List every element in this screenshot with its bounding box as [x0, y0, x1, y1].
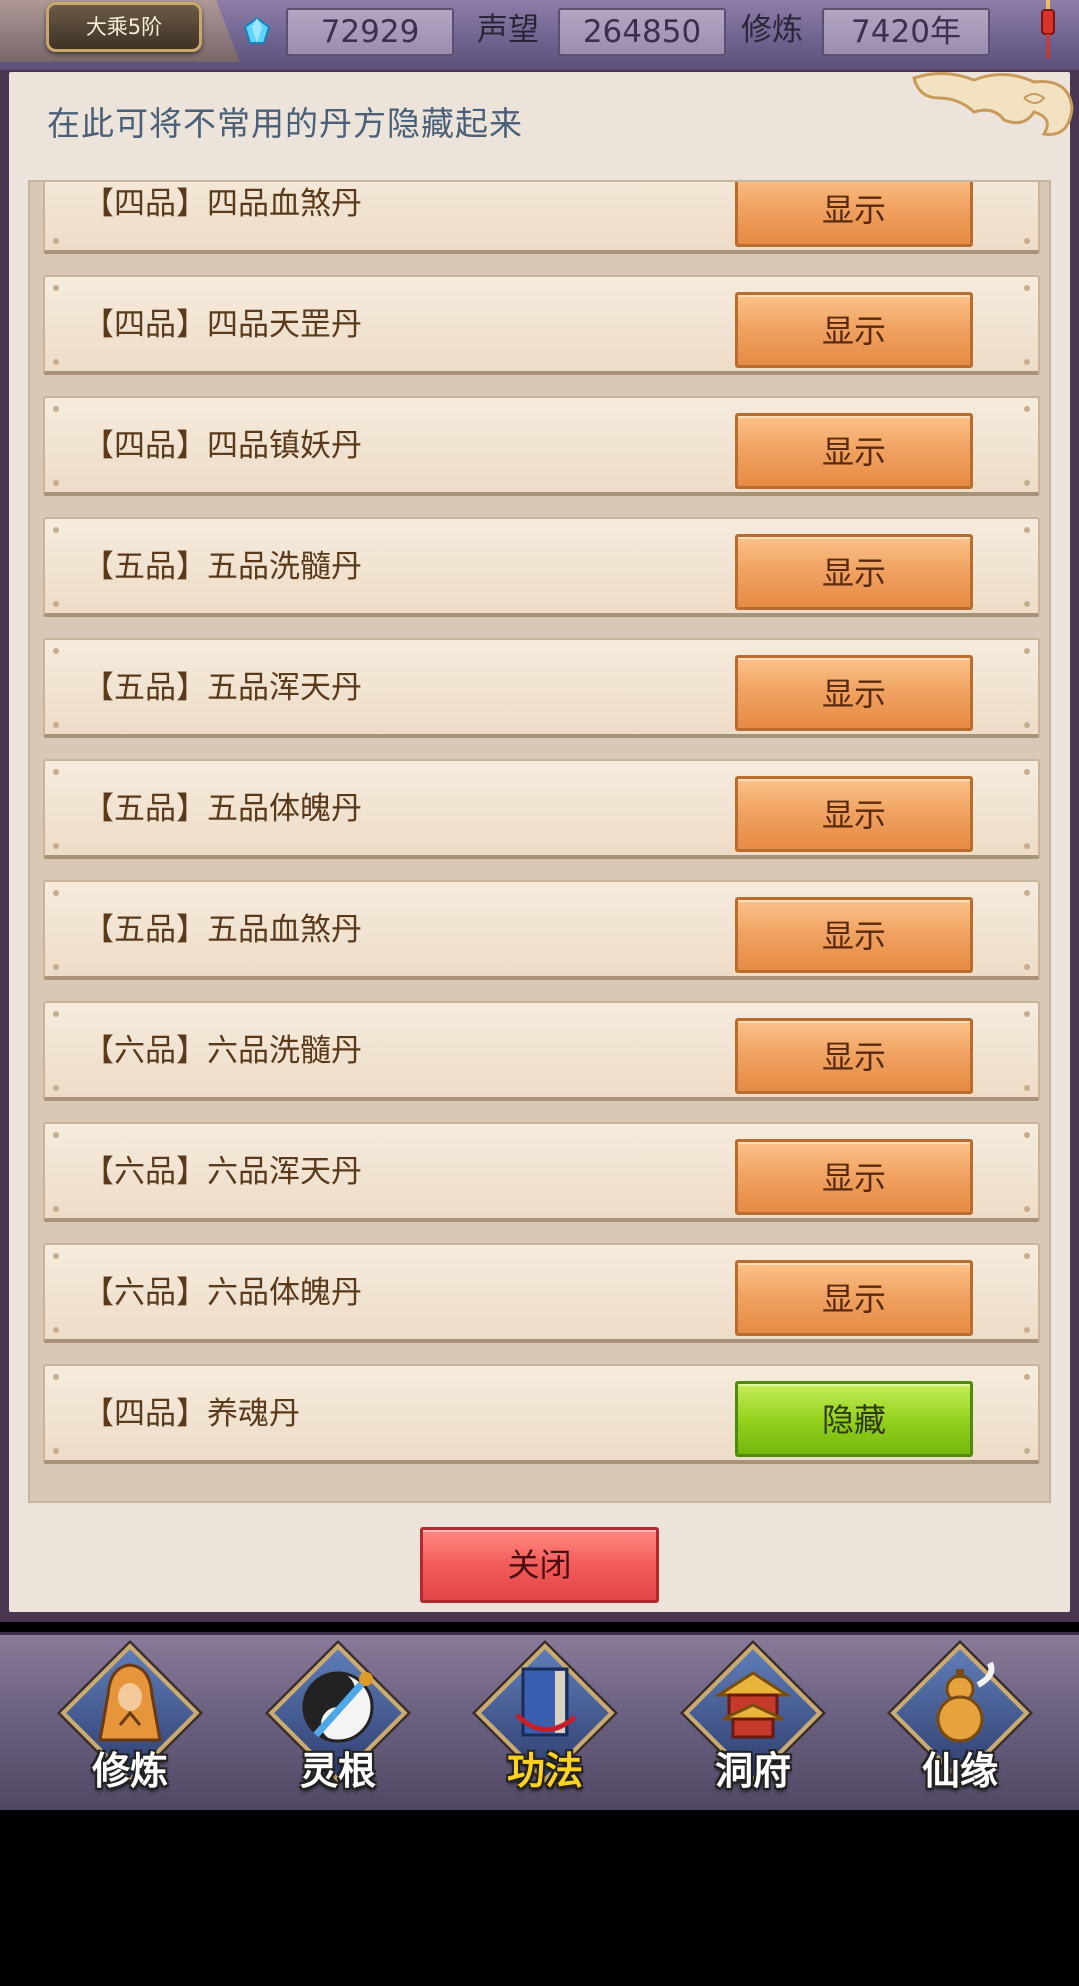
recipe-name: 【五品】五品体魄丹 [83, 791, 362, 827]
recipe-row: 【五品】五品体魄丹 显示 [43, 759, 1040, 859]
recipe-row: 【六品】六品体魄丹 显示 [43, 1243, 1040, 1343]
cultivation-value: 7420年 [822, 8, 990, 56]
recipe-visibility-dialog: 在此可将不常用的丹方隐藏起来 【四品】四品血煞丹 显示 【四品】四品天罡丹 显示 [0, 70, 1079, 1622]
reputation-label: 声望 [477, 12, 539, 48]
recipe-name: 【五品】五品洗髓丹 [83, 549, 362, 585]
spirit-stone-icon [243, 16, 271, 44]
cultivation-label: 修炼 [741, 12, 803, 48]
nav-label: 仙缘 [921, 1749, 998, 1793]
recipe-name: 【六品】六品体魄丹 [83, 1275, 362, 1311]
reputation-value: 264850 [558, 8, 726, 56]
dialog-hint: 在此可将不常用的丹方隐藏起来 [47, 104, 523, 143]
nav-label: 功法 [506, 1749, 583, 1793]
show-recipe-button[interactable]: 显示 [735, 534, 973, 610]
realm-badge[interactable]: 大乘5阶 [46, 2, 202, 52]
close-button[interactable]: 关闭 [420, 1527, 659, 1603]
recipe-name: 【五品】五品浑天丹 [83, 670, 362, 706]
show-recipe-button[interactable]: 显示 [735, 1139, 973, 1215]
recipe-row: 【五品】五品血煞丹 显示 [43, 880, 1040, 980]
show-recipe-button[interactable]: 显示 [735, 182, 973, 247]
show-recipe-button[interactable]: 显示 [735, 1018, 973, 1094]
nav-item-spirit-root[interactable]: 灵根 [263, 1643, 413, 1805]
nav-label: 灵根 [299, 1749, 376, 1793]
show-recipe-button[interactable]: 显示 [735, 292, 973, 368]
bottom-nav: 修炼 灵根 功法 洞府 仙缘 [0, 1632, 1079, 1810]
show-recipe-button[interactable]: 显示 [735, 655, 973, 731]
recipe-row: 【六品】六品浑天丹 显示 [43, 1122, 1040, 1222]
show-recipe-button[interactable]: 显示 [735, 1260, 973, 1336]
lantern-icon [1041, 0, 1055, 58]
show-recipe-button[interactable]: 显示 [735, 776, 973, 852]
recipe-name: 【四品】四品镇妖丹 [83, 428, 362, 464]
nav-item-fate[interactable]: 仙缘 [885, 1643, 1035, 1805]
spirit-stone-count: 72929 [286, 8, 454, 56]
top-status-bar: 大乘5阶 72929 声望 264850 修炼 7420年 [0, 0, 1079, 72]
nav-item-technique[interactable]: 功法 [470, 1643, 620, 1805]
nav-item-cultivation[interactable]: 修炼 [55, 1643, 205, 1805]
recipe-row: 【六品】六品洗髓丹 显示 [43, 1001, 1040, 1101]
nav-label: 洞府 [714, 1749, 791, 1793]
recipe-name: 【六品】六品洗髓丹 [83, 1033, 362, 1069]
recipe-row: 【四品】四品镇妖丹 显示 [43, 396, 1040, 496]
recipe-name: 【六品】六品浑天丹 [83, 1154, 362, 1190]
recipe-name: 【四品】四品天罡丹 [83, 307, 362, 343]
show-recipe-button[interactable]: 显示 [735, 897, 973, 973]
recipe-list[interactable]: 【四品】四品血煞丹 显示 【四品】四品天罡丹 显示 【四品】四品镇妖丹 显示 【… [28, 180, 1051, 1503]
show-recipe-button[interactable]: 显示 [735, 413, 973, 489]
recipe-row: 【五品】五品洗髓丹 显示 [43, 517, 1040, 617]
nav-item-cave[interactable]: 洞府 [678, 1643, 828, 1805]
recipe-row: 【四品】四品血煞丹 显示 [43, 182, 1040, 254]
hide-recipe-button[interactable]: 隐藏 [735, 1381, 973, 1457]
nav-label: 修炼 [91, 1749, 168, 1793]
recipe-name: 【五品】五品血煞丹 [83, 912, 362, 948]
recipe-row: 【四品】四品天罡丹 显示 [43, 275, 1040, 375]
dialog-body: 在此可将不常用的丹方隐藏起来 【四品】四品血煞丹 显示 【四品】四品天罡丹 显示 [9, 72, 1074, 1612]
recipe-row: 【四品】养魂丹 隐藏 [43, 1364, 1040, 1464]
recipe-row: 【五品】五品浑天丹 显示 [43, 638, 1040, 738]
cloud-ornament-icon [912, 72, 1074, 136]
recipe-name: 【四品】四品血煞丹 [83, 186, 362, 222]
recipe-name: 【四品】养魂丹 [83, 1396, 300, 1432]
